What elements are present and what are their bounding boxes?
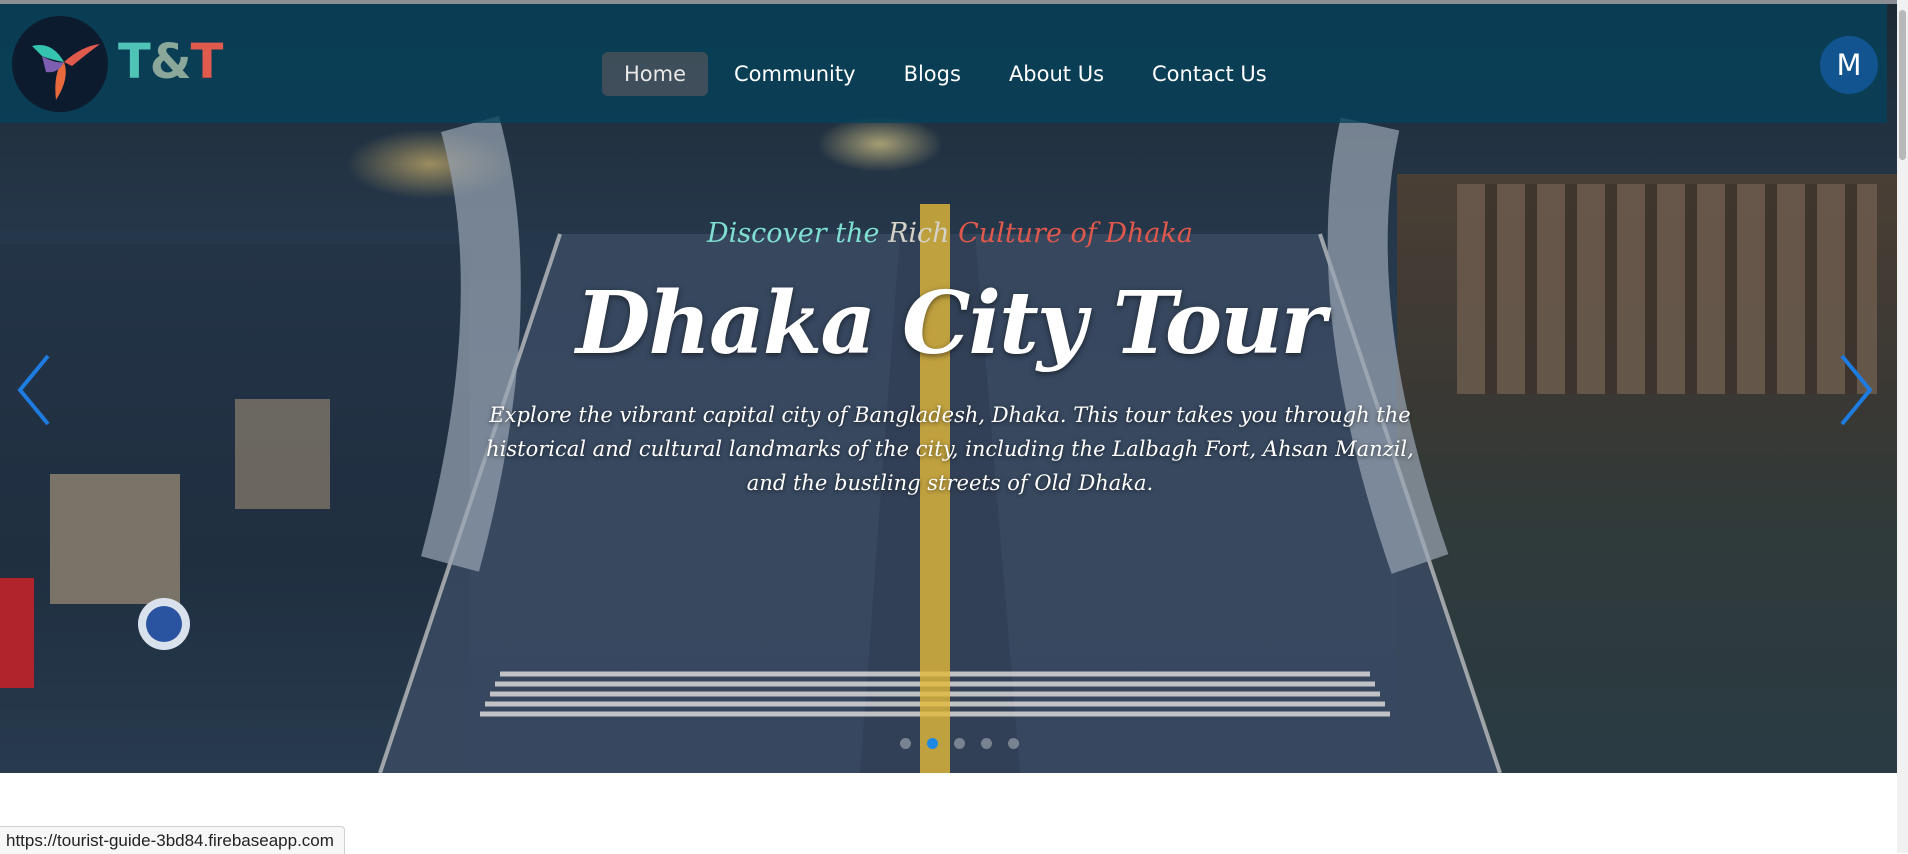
hero-description: Explore the vibrant capital city of Bang… (486, 403, 1414, 495)
user-avatar[interactable]: M (1820, 36, 1878, 94)
carousel-dot[interactable] (1008, 738, 1019, 749)
hummingbird-logo-icon[interactable] (12, 16, 108, 112)
hero-caption: Discover the Rich Culture of Dhaka Dhaka… (460, 218, 1440, 500)
nav-contact-us[interactable]: Contact Us (1130, 52, 1289, 96)
main-nav: Home Community Blogs About Us Contact Us (602, 52, 1293, 96)
nav-about-us[interactable]: About Us (987, 52, 1126, 96)
chevron-right-icon (1840, 354, 1873, 426)
carousel-pagination (892, 738, 1027, 749)
carousel-dot[interactable] (954, 738, 965, 749)
carousel-next-button[interactable] (1836, 350, 1876, 430)
page-scrollbar[interactable] (1897, 0, 1908, 853)
hero-title: Dhaka City Tour (575, 273, 1326, 374)
chevron-left-icon (17, 354, 50, 426)
hero-tagline: Discover the Rich Culture of Dhaka (707, 218, 1193, 249)
link-status-bar: https://tourist-guide-3bd84.firebaseapp.… (0, 826, 345, 854)
nav-blogs[interactable]: Blogs (882, 52, 983, 96)
nav-community[interactable]: Community (712, 52, 878, 96)
carousel-prev-button[interactable] (14, 350, 54, 430)
site-header: T&T Home Community Blogs About Us Contac… (0, 4, 1887, 123)
carousel-dot[interactable] (900, 738, 911, 749)
nav-home[interactable]: Home (602, 52, 709, 96)
carousel-dot[interactable] (981, 738, 992, 749)
brand-logo-text[interactable]: T&T (118, 34, 223, 90)
carousel-dot[interactable] (927, 738, 938, 749)
scrollbar-thumb[interactable] (1899, 10, 1906, 160)
